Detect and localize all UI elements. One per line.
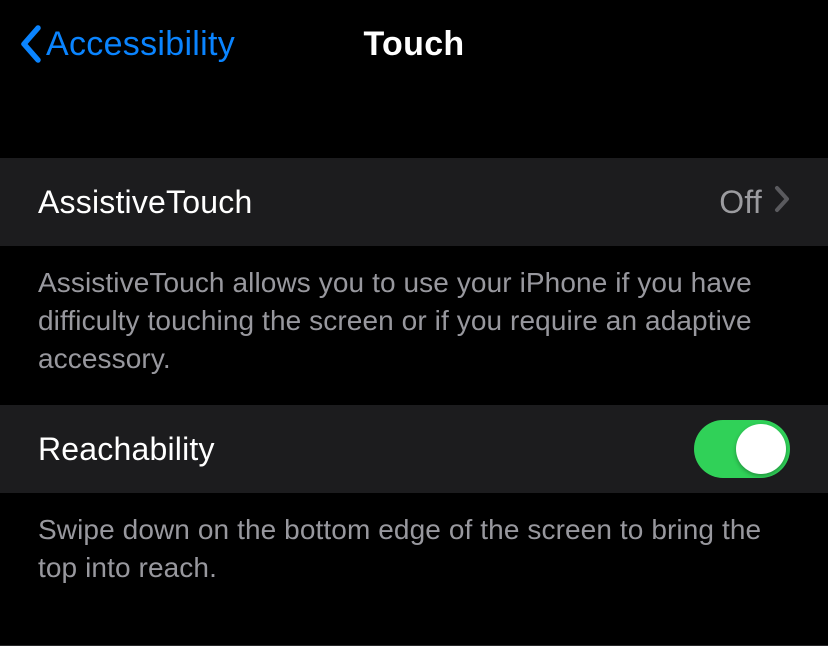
assistive-touch-value: Off: [719, 184, 762, 221]
toggle-knob: [736, 424, 786, 474]
reachability-cell: Reachability: [0, 405, 828, 493]
chevron-right-icon: [774, 185, 790, 219]
reachability-label: Reachability: [38, 431, 694, 468]
assistive-touch-footer-text: AssistiveTouch allows you to use your iP…: [38, 264, 790, 377]
assistive-touch-label: AssistiveTouch: [38, 184, 719, 221]
back-label: Accessibility: [46, 25, 235, 64]
reachability-toggle[interactable]: [694, 420, 790, 478]
assistive-touch-footer: AssistiveTouch allows you to use your iP…: [0, 246, 828, 405]
spacer: [0, 88, 828, 158]
page-title: Touch: [364, 25, 465, 64]
header: Accessibility Touch: [0, 0, 828, 88]
back-button[interactable]: Accessibility: [0, 24, 235, 64]
reachability-footer: Swipe down on the bottom edge of the scr…: [0, 493, 828, 615]
reachability-footer-text: Swipe down on the bottom edge of the scr…: [38, 511, 790, 587]
chevron-left-icon: [18, 24, 42, 64]
assistive-touch-cell[interactable]: AssistiveTouch Off: [0, 158, 828, 246]
